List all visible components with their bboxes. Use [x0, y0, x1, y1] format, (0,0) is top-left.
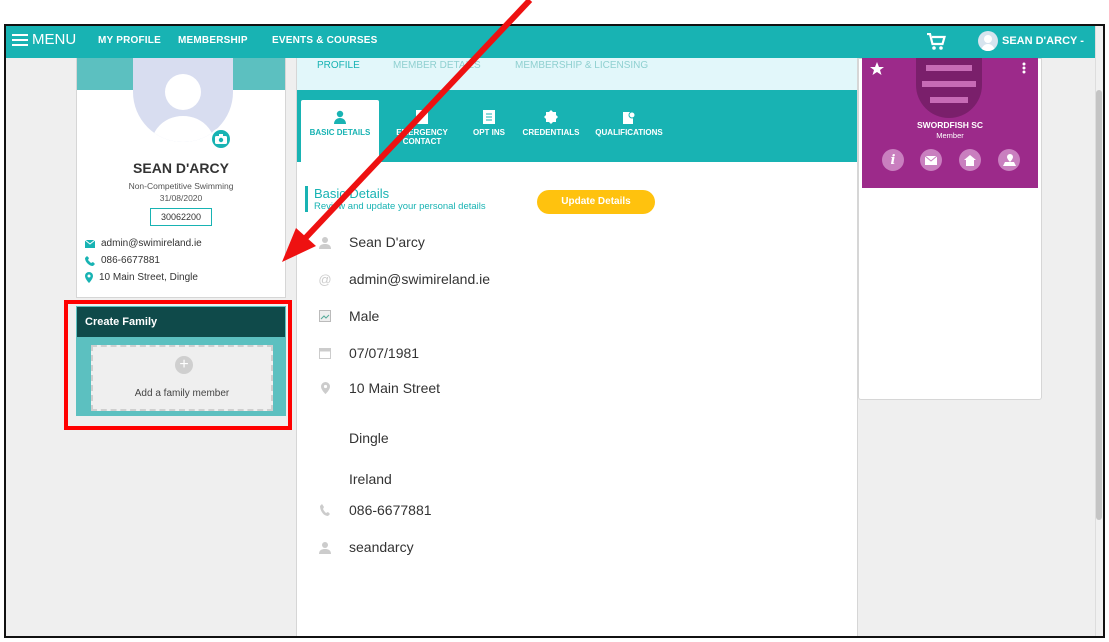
location-pin-icon — [85, 272, 93, 283]
field-gender: Male — [317, 308, 379, 324]
secondary-tabs: BASIC DETAILS EMERGENCY CONTACT OPT INS … — [297, 90, 857, 162]
menu-button[interactable]: MENU — [12, 31, 76, 48]
primary-tabs: PROFILE MEMBER DETAILS MEMBERSHIP & LICE… — [297, 58, 857, 90]
membership-date: 31/08/2020 — [159, 193, 203, 203]
basic-details-header: Basic Details Review and update your per… — [305, 186, 486, 212]
tab-qualifications[interactable]: QUALIFICATIONS — [589, 100, 669, 160]
profile-email: admin@swimireland.ie — [85, 238, 202, 249]
user-name: SEAN D'ARCY - — [1002, 35, 1084, 47]
broken-image-icon — [317, 310, 333, 322]
field-username-value: seandarcy — [349, 539, 414, 555]
tab-qualifications-label: QUALIFICATIONS — [595, 128, 663, 137]
member-id: 30062200 — [150, 208, 212, 226]
field-address-line1: 10 Main Street — [349, 380, 441, 396]
tab-basic-details-label: BASIC DETAILS — [309, 128, 371, 137]
field-name-value: Sean D'arcy — [349, 234, 425, 250]
tab-opt-ins[interactable]: OPT INS — [469, 100, 509, 160]
club-name: SWORDFISH SC — [916, 120, 984, 130]
tab-emergency-contact-label: EMERGENCY CONTACT — [396, 128, 448, 146]
field-address: 10 Main Street — [317, 380, 440, 396]
tab-profile[interactable]: PROFILE — [317, 60, 360, 71]
field-phone-value: 086-6677881 — [349, 502, 432, 518]
tab-member-details[interactable]: MEMBER DETAILS — [393, 60, 481, 71]
mail-icon[interactable] — [920, 149, 942, 171]
update-details-button[interactable]: Update Details — [537, 190, 655, 214]
at-sign-icon: @ — [318, 271, 332, 287]
field-phone: 086-6677881 — [317, 502, 432, 518]
profile-card: SEAN D'ARCY Non-Competitive Swimming 31/… — [76, 58, 286, 298]
basic-details-title: Basic Details — [314, 186, 390, 201]
tab-credentials-label: CREDENTIALS — [522, 128, 580, 137]
checklist-icon — [483, 110, 495, 124]
field-gender-value: Male — [349, 308, 380, 324]
user-icon — [317, 541, 333, 554]
field-name: Sean D'arcy — [317, 234, 425, 250]
cart-icon[interactable] — [926, 32, 946, 56]
field-email-value: admin@swimireland.ie — [349, 271, 491, 287]
club-logo — [916, 58, 982, 118]
page-scrollbar[interactable] — [1095, 26, 1103, 636]
tab-opt-ins-label: OPT INS — [472, 128, 505, 137]
profile-address-text: 10 Main Street, Dingle — [99, 272, 198, 283]
map-location-icon[interactable] — [998, 149, 1020, 171]
highlight-box — [64, 300, 292, 430]
menu-label: MENU — [32, 31, 77, 48]
field-username: seandarcy — [317, 539, 414, 555]
field-email: @ admin@swimireland.ie — [317, 271, 490, 287]
nav-my-profile[interactable]: MY PROFILE — [98, 35, 161, 46]
nav-membership[interactable]: MEMBERSHIP — [178, 35, 248, 46]
tab-basic-details[interactable]: BASIC DETAILS — [301, 100, 379, 162]
user-menu[interactable]: SEAN D'ARCY - — [978, 31, 1084, 51]
home-icon[interactable] — [959, 149, 981, 171]
membership-type: Non-Competitive Swimming — [128, 181, 234, 191]
field-country: Ireland — [349, 471, 392, 487]
club-role: Member — [936, 131, 964, 140]
hamburger-icon — [12, 33, 28, 46]
person-icon — [317, 236, 333, 249]
top-nav: MENU MY PROFILE MEMBERSHIP EVENTS & COUR… — [6, 26, 1103, 58]
profile-name: SEAN D'ARCY — [133, 160, 229, 176]
profile-address: 10 Main Street, Dingle — [85, 272, 198, 283]
phone-icon — [85, 255, 95, 266]
info-icon[interactable]: i — [882, 149, 904, 171]
tab-emergency-contact[interactable]: EMERGENCY CONTACT — [387, 100, 457, 160]
profile-email-text: admin@swimireland.ie — [101, 238, 202, 249]
phone-icon — [317, 504, 333, 516]
field-dob-value: 07/07/1981 — [349, 345, 420, 361]
profile-phone: 086-6677881 — [85, 255, 160, 266]
club-card: SWORDFISH SC Member i — [862, 58, 1038, 188]
camera-icon[interactable] — [210, 128, 232, 150]
field-address-line2: Dingle — [349, 430, 389, 446]
tab-credentials[interactable]: CREDENTIALS — [519, 100, 583, 160]
person-icon — [334, 110, 346, 124]
envelope-icon — [85, 239, 95, 248]
tab-membership-licensing[interactable]: MEMBERSHIP & LICENSING — [515, 60, 648, 71]
badge-icon — [544, 110, 558, 124]
certificate-icon — [623, 111, 636, 124]
more-options-icon[interactable] — [1022, 62, 1026, 74]
profile-phone-text: 086-6677881 — [101, 255, 160, 266]
document-icon — [416, 110, 428, 124]
location-pin-icon — [317, 382, 333, 394]
star-icon[interactable] — [870, 62, 884, 76]
basic-details-subtitle: Review and update your personal details — [314, 201, 486, 212]
calendar-icon — [317, 347, 333, 359]
app-frame: MENU MY PROFILE MEMBERSHIP EVENTS & COUR… — [4, 24, 1105, 638]
scrollbar-thumb[interactable] — [1096, 90, 1102, 520]
field-dob: 07/07/1981 — [317, 345, 419, 361]
nav-events-courses[interactable]: EVENTS & COURSES — [272, 35, 377, 46]
user-avatar-icon — [978, 31, 998, 51]
main-panel: PROFILE MEMBER DETAILS MEMBERSHIP & LICE… — [296, 58, 858, 636]
